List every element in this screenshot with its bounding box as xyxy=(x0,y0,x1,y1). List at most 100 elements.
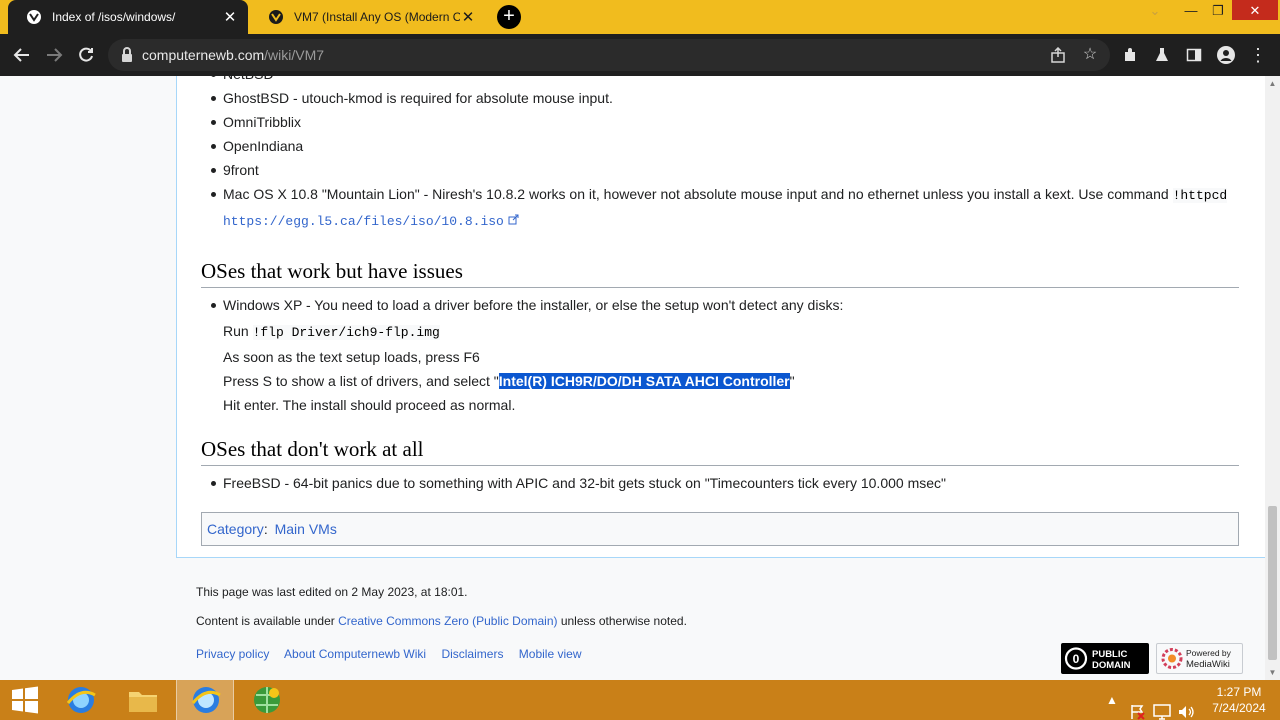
svg-text:0: 0 xyxy=(1073,652,1080,666)
browser-toolbar: computernewb.com/wiki/VM7 ☆ ⋮ xyxy=(0,34,1280,76)
browser-globe-icon xyxy=(191,687,221,713)
category-main-vms-link[interactable]: Main VMs xyxy=(275,521,337,537)
list-item-macos: Mac OS X 10.8 "Mountain Lion" - Niresh's… xyxy=(201,182,1239,234)
menu-kebab-icon[interactable]: ⋮ xyxy=(1245,43,1271,67)
wiki-favicon-icon xyxy=(269,10,283,24)
labs-flask-icon[interactable] xyxy=(1149,43,1175,67)
tab-title: VM7 (Install Any OS (Modern OS xyxy=(294,10,460,24)
clock-date: 7/24/2024 xyxy=(1212,701,1266,715)
tab-index-isos-windows[interactable]: Index of /isos/windows/ ✕ xyxy=(8,0,248,34)
list-item: OmniTribblix xyxy=(201,110,1239,134)
list-item: OpenIndiana xyxy=(201,134,1239,158)
section-heading-issues: OSes that work but have issues xyxy=(201,257,1239,288)
about-link[interactable]: About Computernewb Wiki xyxy=(284,647,426,661)
run-prefix: Run xyxy=(223,323,253,339)
license-prefix: Content is available under xyxy=(196,614,339,628)
driver-prefix: Press S to show a list of drivers, and s… xyxy=(223,373,499,389)
section-heading-not-working: OSes that don't work at all xyxy=(201,435,1239,466)
license-link[interactable]: Creative Commons Zero (Public Domain) xyxy=(338,614,557,628)
article-content: NetBSD GhostBSD - utouch-kmod is require… xyxy=(176,76,1265,558)
minimize-button[interactable]: — xyxy=(1178,0,1204,34)
extensions-icon[interactable] xyxy=(1117,43,1143,67)
vertical-scrollbar[interactable]: ▲ ▼ xyxy=(1265,76,1280,680)
wiki-page: NetBSD GhostBSD - utouch-kmod is require… xyxy=(0,76,1265,680)
issues-list: Windows XP - You need to load a driver b… xyxy=(201,293,1239,317)
close-tab-icon[interactable]: ✕ xyxy=(222,8,238,26)
category-separator: : xyxy=(263,521,268,537)
tab-vm7[interactable]: VM7 (Install Any OS (Modern OS ✕ xyxy=(250,0,486,34)
external-link-icon xyxy=(508,214,519,225)
system-clock[interactable]: 1:27 PM 7/24/2024 xyxy=(1205,684,1273,716)
new-tab-button[interactable]: + xyxy=(497,5,521,29)
driver-select-line: Press S to show a list of drivers, and s… xyxy=(201,369,1239,393)
network-globe-icon xyxy=(254,687,280,713)
taskbar-chrome-app[interactable] xyxy=(176,680,234,720)
close-tab-icon[interactable]: ✕ xyxy=(460,8,476,26)
url-text[interactable]: computernewb.com/wiki/VM7 xyxy=(142,39,324,71)
close-window-button[interactable]: ✕ xyxy=(1232,0,1278,20)
disclaimers-link[interactable]: Disclaimers xyxy=(441,647,503,661)
profile-avatar-icon[interactable] xyxy=(1213,43,1239,67)
bookmark-star-icon[interactable]: ☆ xyxy=(1078,43,1102,67)
run-line: Run !flp Driver/ich9-flp.img xyxy=(201,319,1239,345)
flp-command: !flp Driver/ich9-flp.img xyxy=(252,325,440,340)
start-button[interactable] xyxy=(0,680,50,720)
list-item: FreeBSD - 64-bit panics due to something… xyxy=(201,471,1239,495)
maximize-button[interactable]: ❐ xyxy=(1205,0,1231,34)
mediawiki-badge[interactable]: Powered by MediaWiki xyxy=(1156,643,1243,674)
address-bar[interactable]: computernewb.com/wiki/VM7 ☆ xyxy=(108,39,1110,71)
category-box: Category: Main VMs xyxy=(201,512,1239,546)
action-center-flag-icon[interactable] xyxy=(1129,692,1145,720)
tab-title: Index of /isos/windows/ xyxy=(52,10,176,24)
scroll-down-arrow-icon[interactable]: ▼ xyxy=(1265,665,1280,680)
show-hidden-icons-chevron-icon[interactable]: ▲ xyxy=(1106,680,1118,720)
license-text: Content is available under Creative Comm… xyxy=(196,607,687,636)
internet-explorer-icon xyxy=(66,687,96,713)
iso-link[interactable]: https://egg.l5.ca/files/iso/10.8.iso xyxy=(223,214,504,229)
badge-powered-text: Powered by xyxy=(1186,648,1232,658)
last-edited-text: This page was last edited on 2 May 2023,… xyxy=(196,585,468,599)
windows-logo-icon xyxy=(12,686,38,714)
privacy-policy-link[interactable]: Privacy policy xyxy=(196,647,269,661)
public-domain-badge[interactable]: 0 PUBLIC DOMAIN xyxy=(1061,643,1149,674)
list-item: Windows XP - You need to load a driver b… xyxy=(201,293,1239,317)
lock-icon[interactable] xyxy=(120,47,134,63)
volume-speaker-icon[interactable] xyxy=(1177,692,1195,720)
scroll-up-arrow-icon[interactable]: ▲ xyxy=(1265,76,1280,91)
tab-strip: Index of /isos/windows/ ✕ VM7 (Install A… xyxy=(0,0,1280,34)
f6-line: As soon as the text setup loads, press F… xyxy=(223,349,480,365)
httpcd-command: !httpcd xyxy=(1172,188,1228,203)
url-path: /wiki/VM7 xyxy=(264,47,325,63)
selected-driver-text[interactable]: Intel(R) ICH9R/DO/DH SATA AHCI Controlle… xyxy=(498,373,790,389)
forward-arrow-icon[interactable] xyxy=(41,43,67,67)
macos-text: Mac OS X 10.8 "Mountain Lion" - Niresh's… xyxy=(223,186,1173,202)
list-item: 9front xyxy=(201,158,1239,182)
tab-search-icon[interactable]: ⌄ xyxy=(1142,0,1168,34)
clock-time: 1:27 PM xyxy=(1216,685,1262,699)
license-suffix: unless otherwise noted. xyxy=(557,614,687,628)
taskbar-file-explorer[interactable] xyxy=(114,680,172,720)
url-host: computernewb.com xyxy=(142,47,265,63)
reload-icon[interactable] xyxy=(73,43,99,67)
taskbar-ie-app[interactable] xyxy=(52,680,110,720)
category-label-link[interactable]: Category xyxy=(207,521,264,537)
page-footer: This page was last edited on 2 May 2023,… xyxy=(196,578,687,669)
wiki-favicon-icon xyxy=(27,10,41,24)
driver-suffix: " xyxy=(789,373,795,389)
folder-icon xyxy=(129,692,157,712)
taskbar-network-app[interactable] xyxy=(238,680,296,720)
scroll-thumb[interactable] xyxy=(1268,506,1277,660)
badge-public-text: PUBLIC xyxy=(1092,649,1128,660)
not-working-list: FreeBSD - 64-bit panics due to something… xyxy=(201,471,1239,495)
footer-links: Privacy policy About Computernewb Wiki D… xyxy=(196,640,687,669)
list-item: GhostBSD - utouch-kmod is required for a… xyxy=(201,86,1239,110)
list-item: NetBSD xyxy=(201,76,1239,86)
side-panel-icon[interactable] xyxy=(1181,43,1207,67)
badge-mediawiki-text: MediaWiki xyxy=(1186,659,1230,670)
share-icon[interactable] xyxy=(1046,43,1070,67)
badge-domain-text: DOMAIN xyxy=(1092,660,1131,671)
mobile-view-link[interactable]: Mobile view xyxy=(519,647,582,661)
enter-line: Hit enter. The install should proceed as… xyxy=(223,397,516,413)
network-status-icon[interactable] xyxy=(1153,692,1171,720)
back-arrow-icon[interactable] xyxy=(9,43,35,67)
